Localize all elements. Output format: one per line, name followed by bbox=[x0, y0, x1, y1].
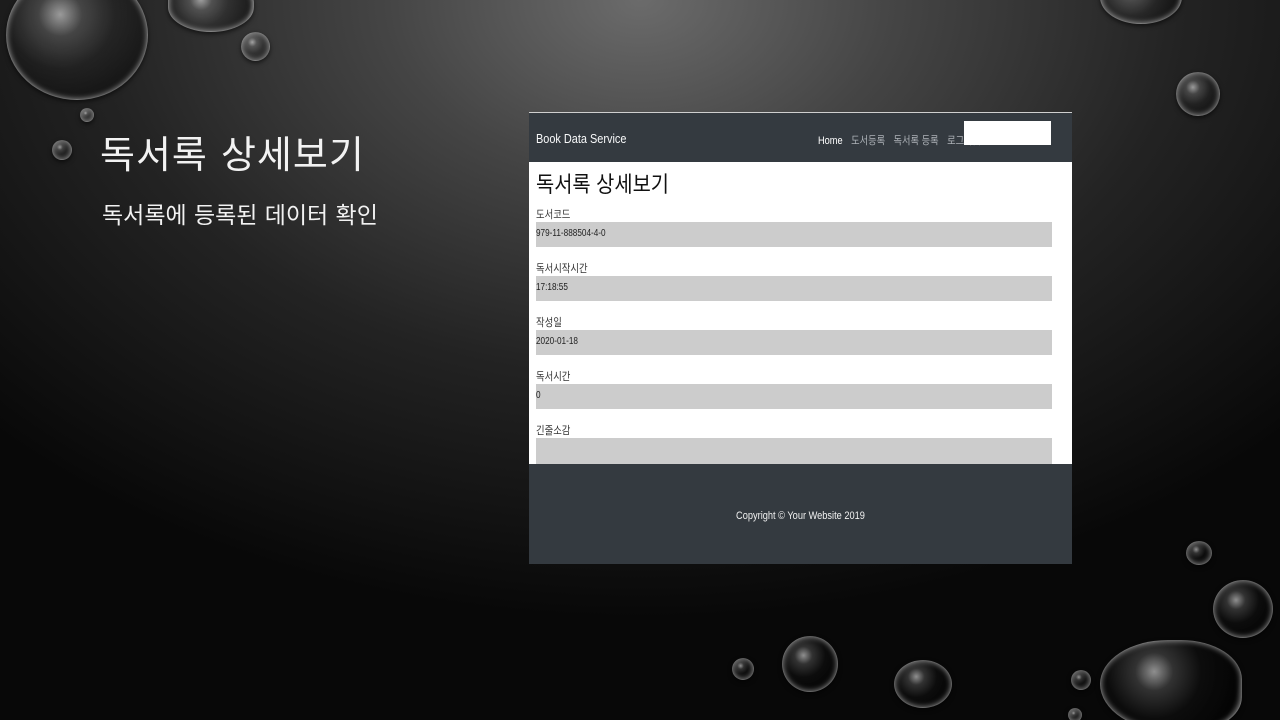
nav-item-home[interactable]: Home bbox=[818, 135, 843, 147]
start-time-field[interactable]: 17:18:55 bbox=[536, 276, 1052, 301]
water-droplet bbox=[168, 0, 254, 32]
reading-time-field[interactable]: 0 bbox=[536, 384, 1052, 409]
nav-item-reading-log-register[interactable]: 독서록 등록 bbox=[894, 135, 939, 147]
reading-time-value: 0 bbox=[536, 390, 541, 401]
water-droplet bbox=[1176, 72, 1220, 116]
book-code-value: 979-11-888504-4-0 bbox=[536, 228, 606, 239]
search-input[interactable] bbox=[964, 121, 1051, 145]
copyright-text: Copyright © Your Website 2019 bbox=[736, 510, 865, 522]
field-label-reading-time: 독서시간 bbox=[536, 371, 571, 383]
footer: Copyright © Your Website 2019 bbox=[529, 464, 1072, 564]
page-title: 독서록 상세보기 bbox=[536, 172, 670, 197]
water-droplet bbox=[732, 658, 754, 680]
water-droplet bbox=[1071, 670, 1091, 690]
field-label-start-time: 독서시작시간 bbox=[536, 263, 588, 275]
book-code-field[interactable]: 979-11-888504-4-0 bbox=[536, 222, 1052, 247]
slide-subtitle: 독서록에 등록된 데이터 확인 bbox=[102, 203, 378, 229]
water-droplet bbox=[1100, 640, 1242, 720]
water-droplet bbox=[1068, 708, 1082, 720]
water-droplet bbox=[241, 32, 270, 61]
field-label-book-code: 도서코드 bbox=[536, 209, 571, 221]
detail-content: 독서록 상세보기 도서코드 979-11-888504-4-0 독서시작시간 1… bbox=[529, 162, 1072, 468]
water-droplet bbox=[6, 0, 148, 100]
water-droplet bbox=[80, 108, 94, 122]
water-droplet bbox=[1213, 580, 1273, 638]
webpage-screenshot: Book Data Service Home 도서등록 독서록 등록 로그아웃 … bbox=[529, 112, 1072, 564]
nav-item-book-register[interactable]: 도서등록 bbox=[851, 135, 885, 147]
bullet-icon bbox=[52, 140, 72, 160]
field-label-review: 긴줄소감 bbox=[536, 425, 571, 437]
brand-link[interactable]: Book Data Service bbox=[536, 131, 626, 146]
created-date-field[interactable]: 2020-01-18 bbox=[536, 330, 1052, 355]
water-droplet bbox=[782, 636, 838, 692]
water-droplet bbox=[894, 660, 952, 708]
start-time-value: 17:18:55 bbox=[536, 282, 568, 293]
water-droplet bbox=[1186, 541, 1212, 565]
navbar: Book Data Service Home 도서등록 독서록 등록 로그아웃 bbox=[529, 113, 1072, 162]
slide-title: 독서록 상세보기 bbox=[100, 133, 365, 177]
water-droplet bbox=[1100, 0, 1182, 24]
created-date-value: 2020-01-18 bbox=[536, 336, 578, 347]
nav-menu: Home 도서등록 독서록 등록 로그아웃 bbox=[818, 132, 987, 148]
field-label-created-date: 작성일 bbox=[536, 317, 562, 329]
